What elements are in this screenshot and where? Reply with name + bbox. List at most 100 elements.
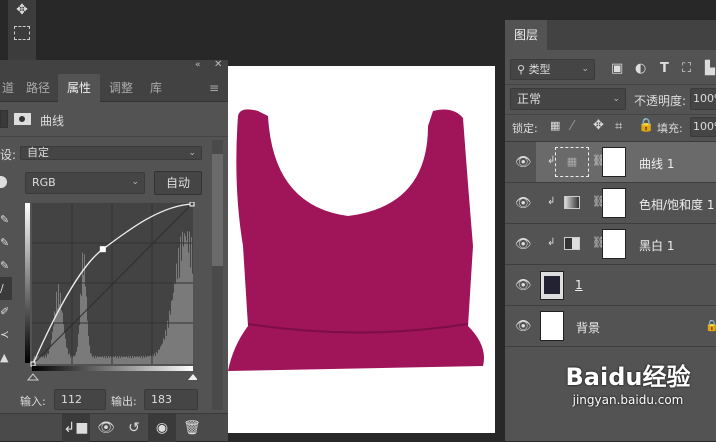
- histogram-bar: [140, 357, 141, 364]
- collapse-icon[interactable]: «: [195, 60, 201, 70]
- target-adjust-icon[interactable]: [0, 176, 7, 188]
- output-field[interactable]: 183: [144, 389, 198, 410]
- histogram-bar: [110, 356, 111, 364]
- type-filter-icon[interactable]: T: [660, 61, 669, 76]
- curve-control-point[interactable]: [189, 202, 195, 207]
- lock-icon: 🔒: [705, 319, 716, 332]
- adjustment-icon[interactable]: [0, 110, 8, 128]
- layer-name[interactable]: 背景: [576, 319, 600, 336]
- tab-paths[interactable]: 路径: [18, 74, 58, 102]
- curve-edit-icon[interactable]: ∕: [0, 277, 12, 300]
- histogram-bar: [179, 277, 180, 364]
- move-tool-icon[interactable]: ✥: [12, 2, 32, 20]
- layer-row[interactable]: 👁 1: [505, 265, 716, 306]
- fill-field[interactable]: 100%: [690, 117, 716, 137]
- scrollbar[interactable]: [212, 140, 223, 410]
- white-eyedropper-icon[interactable]: ✎: [0, 254, 10, 277]
- histogram-bar: [103, 357, 104, 364]
- garment-image: [228, 109, 484, 372]
- histogram-bar: [120, 357, 121, 364]
- histogram-bar: [77, 346, 78, 364]
- scrollbar-thumb[interactable]: [212, 154, 223, 266]
- histogram-bar: [127, 357, 128, 364]
- tab-libraries[interactable]: 库: [140, 74, 172, 102]
- gray-eyedropper-icon[interactable]: ✎: [0, 231, 10, 254]
- histogram-bar: [161, 344, 162, 364]
- marquee-tool-icon[interactable]: [14, 26, 30, 40]
- layer-thumbnail[interactable]: [540, 271, 564, 300]
- histogram-bar: [180, 236, 181, 364]
- histogram-bar: [92, 357, 93, 364]
- layer-row[interactable]: 👁 ↲ ⛓ 黑白 1: [505, 224, 716, 265]
- image-filter-icon[interactable]: ▣: [611, 61, 623, 76]
- reset-icon[interactable]: ↺: [120, 414, 148, 442]
- input-field[interactable]: 112: [54, 389, 106, 410]
- auto-button[interactable]: 自动: [154, 171, 202, 195]
- tab-channels[interactable]: 道: [0, 74, 16, 102]
- layer-mask-thumbnail[interactable]: [602, 229, 626, 259]
- hue-saturation-icon[interactable]: [564, 196, 580, 209]
- channel-select[interactable]: RGB ⌄: [25, 172, 145, 194]
- histogram-bar: [107, 358, 108, 364]
- histogram-bar: [172, 299, 173, 364]
- lock-transparency-icon[interactable]: ▦: [550, 119, 560, 132]
- tab-properties[interactable]: 属性: [58, 74, 100, 102]
- eye-icon[interactable]: 👁: [515, 196, 532, 211]
- visibility-icon[interactable]: ◉: [148, 414, 176, 442]
- preset-select[interactable]: 自定 ⌄: [20, 146, 202, 160]
- layer-name[interactable]: 1: [575, 278, 583, 292]
- curve-control-point[interactable]: [99, 246, 106, 253]
- blend-mode-select[interactable]: 正常 ⌄: [510, 88, 626, 110]
- panel-menu-icon[interactable]: ≡: [204, 74, 224, 102]
- fill-label: 填充:: [657, 122, 683, 135]
- histogram-bar: [178, 247, 179, 364]
- filter-select[interactable]: ⚲ 类型 ⌄: [510, 59, 595, 80]
- curve-control-point[interactable]: [30, 361, 36, 367]
- lock-position-icon[interactable]: ✥: [593, 118, 604, 133]
- tab-adjustments[interactable]: 调整: [102, 74, 140, 102]
- histogram-bar: [67, 348, 68, 364]
- lock-paint-icon[interactable]: ⁄: [571, 119, 573, 134]
- close-icon[interactable]: ✕: [214, 59, 222, 70]
- eye-icon[interactable]: 👁: [515, 237, 532, 252]
- smart-object-filter-icon[interactable]: ▙: [705, 61, 715, 76]
- eye-icon[interactable]: 👁: [515, 278, 532, 293]
- layer-row[interactable]: 👁 背景 🔒: [505, 306, 716, 347]
- black-white-icon[interactable]: [564, 237, 580, 250]
- layer-row[interactable]: 👁 ↲ ⛓ 色相/饱和度 1: [505, 183, 716, 224]
- adjustment-filter-icon[interactable]: ◐: [635, 61, 646, 76]
- layer-mask-thumbnail[interactable]: [602, 147, 626, 177]
- histogram-bar: [94, 358, 95, 364]
- search-icon: ⚲: [517, 63, 529, 76]
- document-canvas[interactable]: [228, 66, 495, 433]
- opacity-field[interactable]: 100%: [690, 88, 716, 110]
- eye-icon[interactable]: 👁: [515, 319, 532, 334]
- mask-icon[interactable]: [14, 113, 31, 125]
- shape-filter-icon[interactable]: ⛶: [682, 61, 691, 76]
- smooth-icon[interactable]: ≺: [0, 323, 10, 346]
- tab-layers[interactable]: 图层: [505, 20, 547, 50]
- lock-artboard-icon[interactable]: ⌗: [615, 119, 622, 134]
- black-eyedropper-icon[interactable]: ✎: [0, 208, 10, 231]
- histogram-bar: [184, 233, 185, 364]
- layer-name[interactable]: 黑白 1: [639, 237, 674, 254]
- curves-adjustment-icon[interactable]: ▦: [555, 147, 589, 177]
- layer-thumbnail[interactable]: [540, 311, 564, 341]
- clip-to-layer-icon[interactable]: ↲■: [62, 414, 90, 442]
- black-point-slider[interactable]: [26, 373, 40, 381]
- delete-icon[interactable]: 🗑: [178, 414, 206, 442]
- view-previous-icon[interactable]: 👁: [92, 414, 120, 442]
- layer-name[interactable]: 曲线 1: [639, 155, 674, 172]
- curves-graph[interactable]: [25, 202, 197, 382]
- chevron-down-icon: ⌄: [612, 94, 620, 104]
- white-point-slider[interactable]: [188, 374, 197, 380]
- pencil-icon[interactable]: ✐: [0, 300, 10, 323]
- lock-all-icon[interactable]: 🔒: [638, 118, 654, 133]
- layer-name[interactable]: 色相/饱和度 1: [639, 196, 715, 213]
- histogram-bar: [87, 320, 88, 364]
- eye-icon[interactable]: 👁: [515, 155, 532, 170]
- layer-mask-thumbnail[interactable]: [602, 188, 626, 218]
- properties-bottom-bar: ↲■ 👁 ↺ ◉ 🗑: [0, 413, 228, 442]
- histogram-bar: [60, 292, 61, 364]
- layer-row[interactable]: 👁 ↲ ▦ ⛓ 曲线 1: [505, 142, 716, 183]
